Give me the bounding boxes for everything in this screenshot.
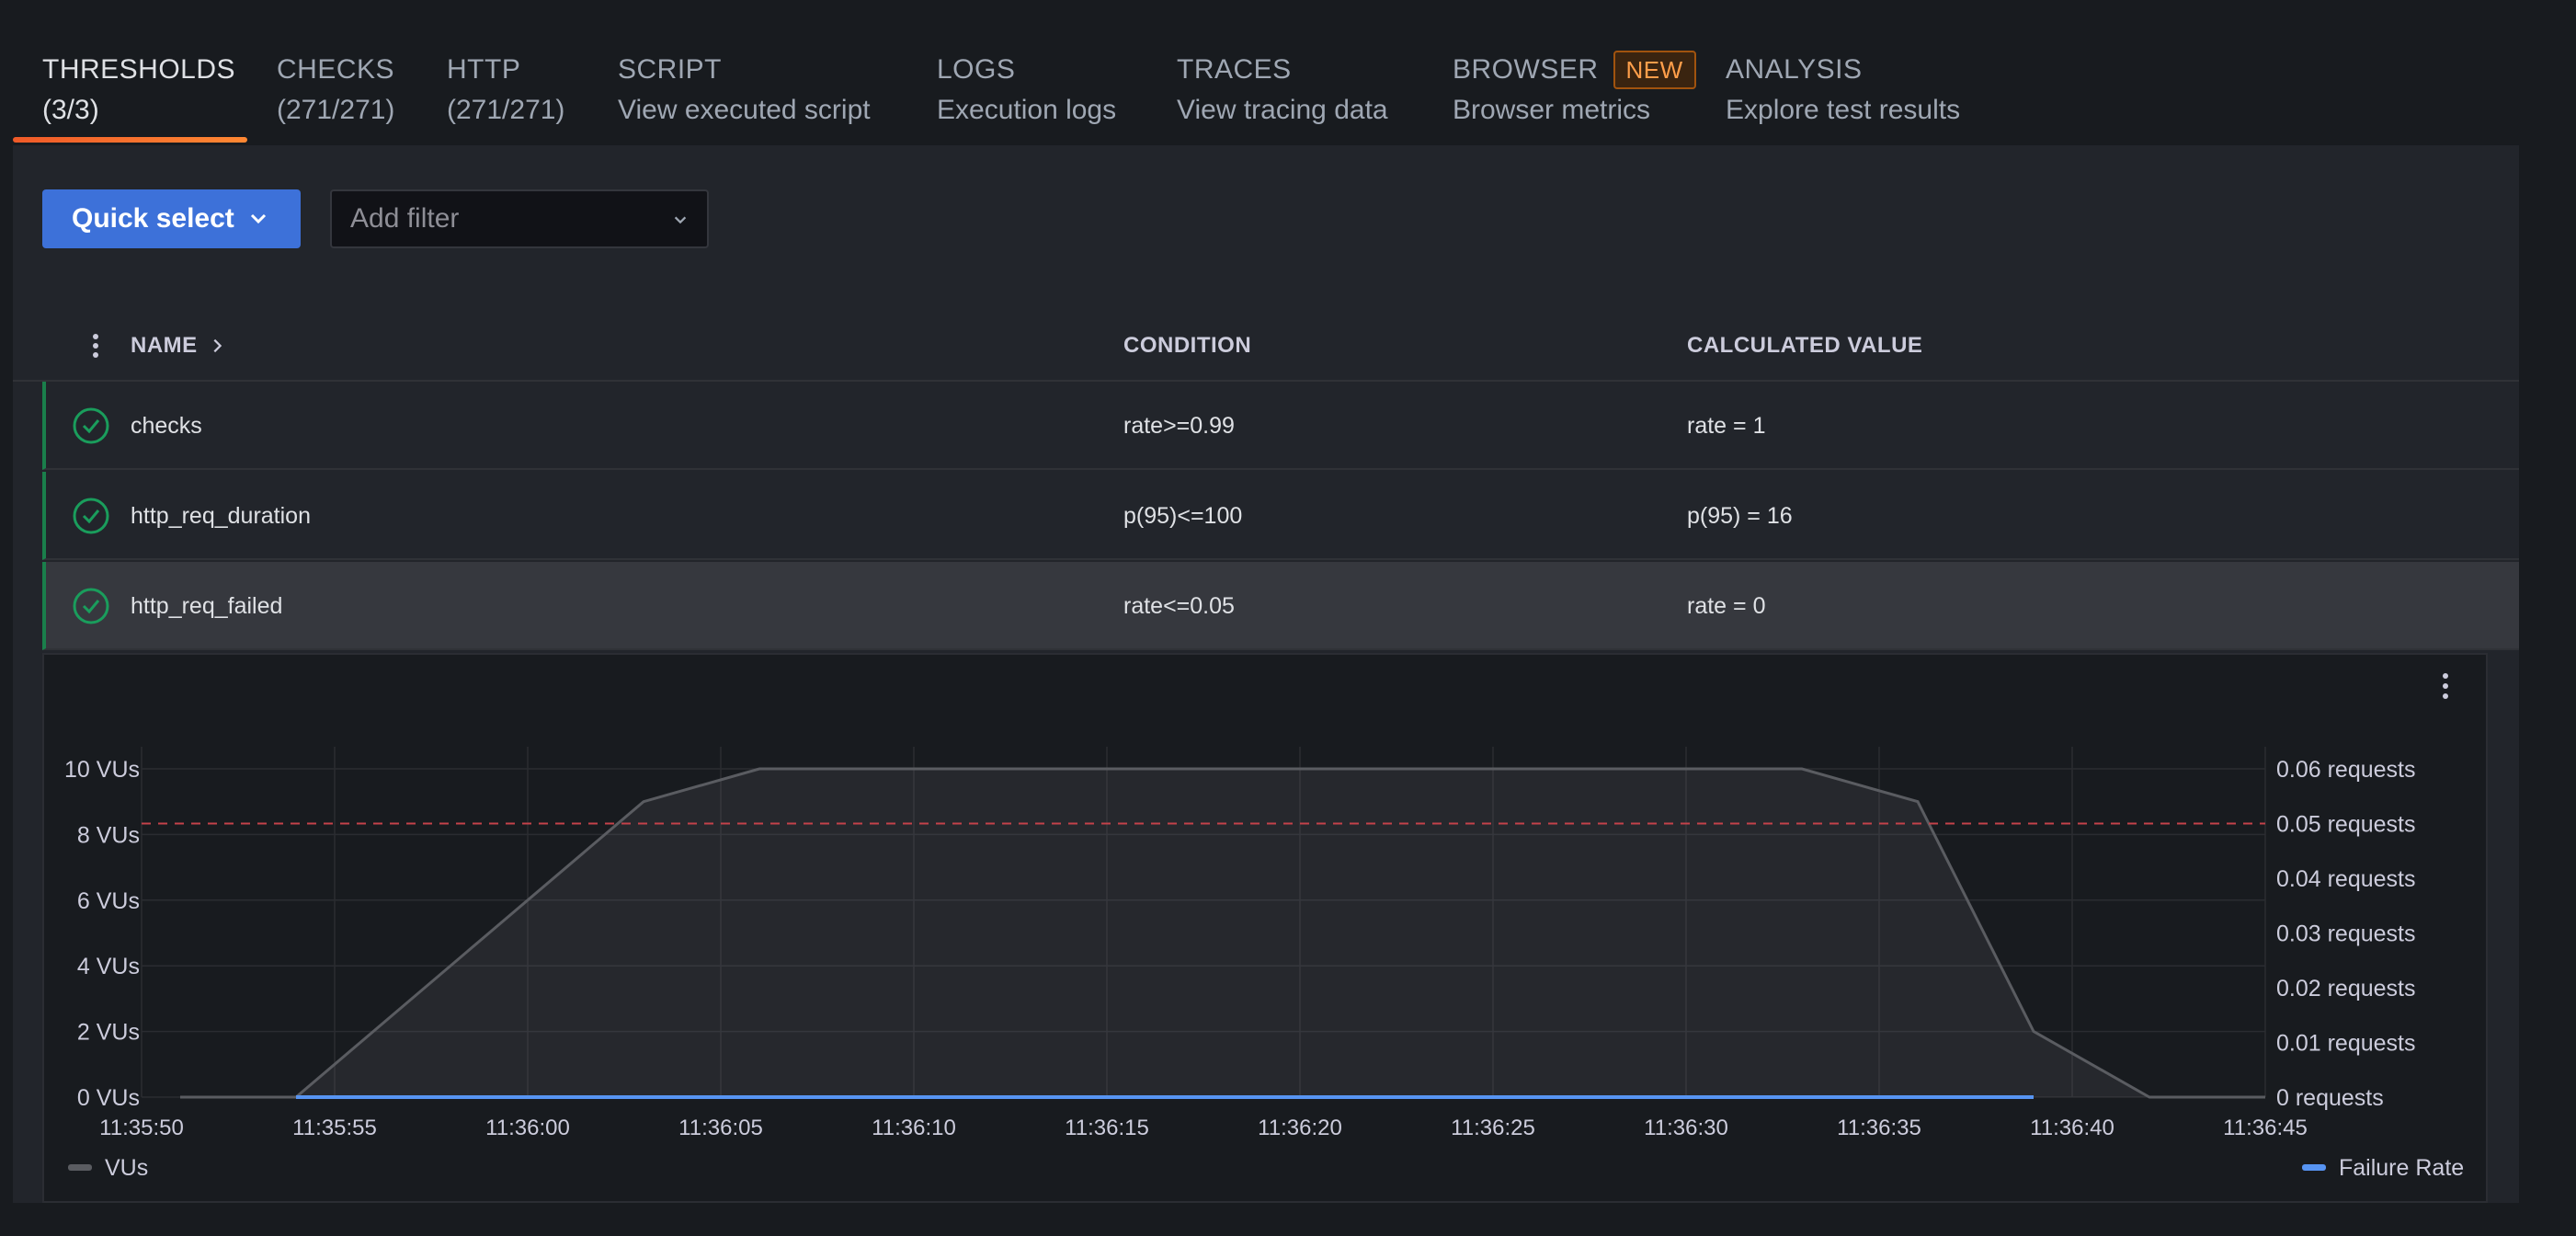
- y-right-tick-label: 0 requests: [2276, 1085, 2384, 1111]
- tab-bar: THRESHOLDS (3/3) CHECKS (271/271) HTTP (…: [13, 0, 2523, 145]
- tab-script[interactable]: SCRIPT View executed script: [618, 50, 871, 131]
- y-right-tick-label: 0.05 requests: [2276, 812, 2416, 838]
- value-column-header: CALCULATED VALUE: [1687, 332, 1923, 358]
- threshold-name: http_req_duration: [131, 502, 311, 529]
- y-right-tick-label: 0.03 requests: [2276, 921, 2416, 947]
- quick-select-label: Quick select: [72, 203, 234, 234]
- y-left-tick-label: 0 VUs: [77, 1085, 140, 1111]
- chevron-down-icon: [674, 216, 687, 224]
- y-left-tick-label: 8 VUs: [77, 822, 140, 848]
- tab-sublabel: Browser metrics: [1453, 95, 1651, 125]
- table-row[interactable]: http_req_failed rate<=0.05 rate = 0: [42, 562, 2519, 650]
- tab-browser[interactable]: BROWSER NEW Browser metrics: [1453, 50, 1696, 131]
- y-right-tick-label: 0.01 requests: [2276, 1031, 2416, 1057]
- chart-menu-icon[interactable]: [2436, 668, 2455, 704]
- x-tick-label: 11:36:20: [1258, 1116, 1342, 1140]
- column-menu-icon[interactable]: [77, 327, 114, 364]
- y-left-tick-label: 2 VUs: [77, 1020, 140, 1046]
- tab-checks[interactable]: CHECKS (271/271): [277, 50, 394, 131]
- tab-sublabel: Execution logs: [937, 95, 1117, 125]
- tab-label: BROWSER: [1453, 54, 1599, 85]
- x-tick-label: 11:36:40: [2030, 1116, 2114, 1140]
- quick-select-button[interactable]: Quick select: [42, 189, 301, 248]
- chevron-down-icon: [250, 213, 266, 224]
- new-badge: NEW: [1613, 51, 1696, 89]
- filter-placeholder: Add filter: [350, 203, 460, 234]
- legend-label-vus: VUs: [105, 1155, 148, 1181]
- tab-label: THRESHOLDS: [42, 54, 236, 85]
- legend-label-failure-rate: Failure Rate: [2339, 1155, 2464, 1181]
- tab-logs[interactable]: LOGS Execution logs: [937, 50, 1116, 131]
- tab-thresholds[interactable]: THRESHOLDS (3/3): [42, 50, 235, 131]
- tab-label: CHECKS: [277, 54, 395, 85]
- tab-http[interactable]: HTTP (271/271): [447, 50, 564, 131]
- tab-sublabel: Explore test results: [1726, 95, 1961, 125]
- check-circle-icon: [73, 407, 109, 444]
- chevron-right-icon: [213, 338, 222, 352]
- tab-sublabel: (271/271): [277, 95, 395, 125]
- tab-label: TRACES: [1177, 54, 1292, 85]
- active-tab-indicator: [13, 137, 247, 143]
- threshold-value: rate = 0: [1687, 592, 1766, 619]
- check-circle-icon: [73, 588, 109, 624]
- legend-swatch-failure-rate: [2302, 1164, 2326, 1171]
- x-tick-label: 11:36:15: [1065, 1116, 1149, 1140]
- threshold-chart: 11:35:50 11:35:55 11:36:00 11:36:05 11:36:10…: [64, 747, 2464, 1181]
- x-tick-label: 11:35:55: [292, 1116, 377, 1140]
- threshold-condition: rate<=0.05: [1123, 592, 1235, 619]
- x-tick-label: 11:36:45: [2223, 1116, 2308, 1140]
- tab-sublabel: View executed script: [618, 95, 871, 125]
- table-header: NAME CONDITION CALCULATED VALUE: [13, 311, 2519, 382]
- legend-swatch-vus: [68, 1164, 92, 1171]
- tab-label: LOGS: [937, 54, 1016, 85]
- threshold-condition: rate>=0.99: [1123, 412, 1235, 439]
- tab-analysis[interactable]: ANALYSIS Explore test results: [1726, 50, 1960, 131]
- thresholds-panel: Quick select Add filter NAME CONDITION C…: [13, 145, 2519, 1203]
- threshold-name: http_req_failed: [131, 592, 283, 619]
- tab-sublabel: View tracing data: [1177, 95, 1388, 125]
- tab-label: SCRIPT: [618, 54, 723, 85]
- condition-column-header: CONDITION: [1123, 332, 1252, 358]
- x-tick-label: 11:35:50: [99, 1116, 184, 1140]
- x-tick-label: 11:36:00: [485, 1116, 570, 1140]
- x-tick-label: 11:36:10: [872, 1116, 956, 1140]
- tab-label: HTTP: [447, 54, 521, 85]
- x-tick-label: 11:36:30: [1644, 1116, 1728, 1140]
- y-right-tick-label: 0.04 requests: [2276, 866, 2416, 892]
- threshold-name: checks: [131, 412, 202, 439]
- check-circle-icon: [73, 498, 109, 534]
- y-left-tick-label: 4 VUs: [77, 954, 140, 979]
- x-tick-label: 11:36:05: [678, 1116, 763, 1140]
- vus-area: [180, 769, 2265, 1097]
- threshold-value: p(95) = 16: [1687, 502, 1793, 529]
- y-left-tick-label: 10 VUs: [64, 757, 140, 783]
- name-column-header[interactable]: NAME: [131, 311, 225, 380]
- threshold-condition: p(95)<=100: [1123, 502, 1243, 529]
- name-header-label: NAME: [131, 332, 198, 358]
- table-row[interactable]: http_req_duration p(95)<=100 p(95) = 16: [42, 472, 2519, 560]
- threshold-chart-panel: 11:35:50 11:35:55 11:36:00 11:36:05 11:36:10…: [42, 653, 2488, 1203]
- add-filter-select[interactable]: Add filter: [330, 189, 709, 248]
- table-row[interactable]: checks rate>=0.99 rate = 1: [42, 382, 2519, 470]
- x-tick-label: 11:36:25: [1451, 1116, 1535, 1140]
- tab-label: ANALYSIS: [1726, 54, 1863, 85]
- y-left-tick-label: 6 VUs: [77, 888, 140, 914]
- y-right-tick-label: 0.06 requests: [2276, 757, 2416, 783]
- tab-sublabel: (271/271): [447, 95, 565, 125]
- y-right-tick-label: 0.02 requests: [2276, 976, 2416, 1001]
- x-tick-label: 11:36:35: [1837, 1116, 1921, 1140]
- tab-sublabel: (3/3): [42, 95, 99, 125]
- threshold-value: rate = 1: [1687, 412, 1766, 439]
- tab-traces[interactable]: TRACES View tracing data: [1177, 50, 1388, 131]
